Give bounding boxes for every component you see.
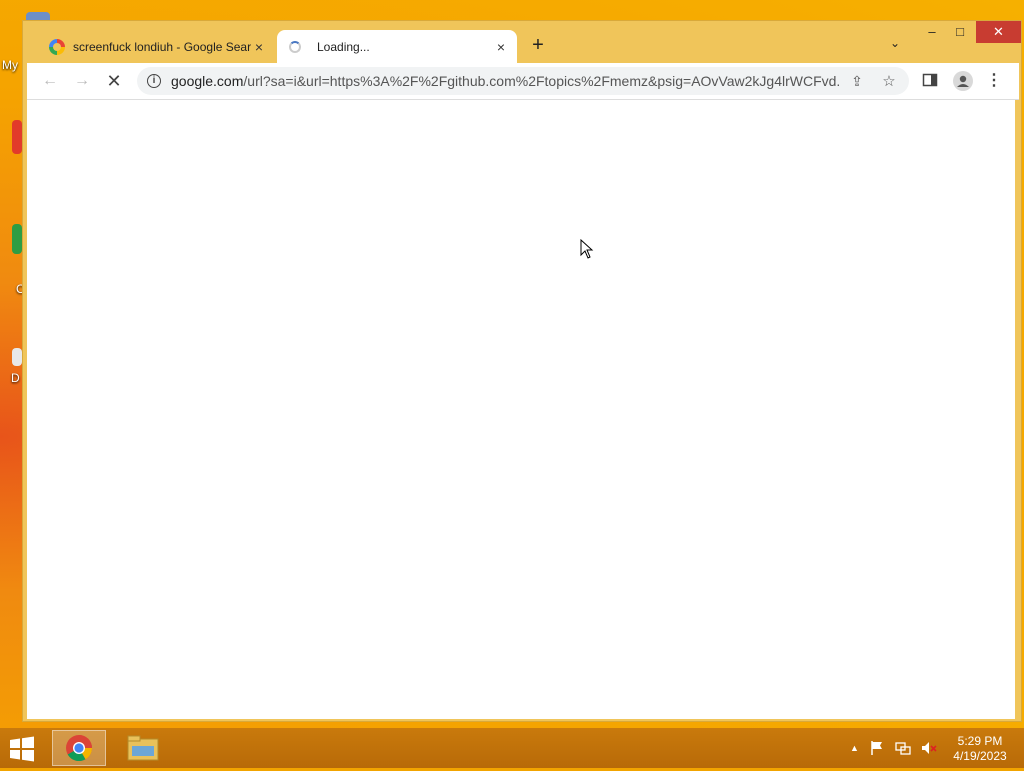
forward-button[interactable]: → (73, 72, 91, 90)
tab-loading[interactable]: Loading... × (277, 30, 517, 63)
close-window-button[interactable]: ✕ (976, 21, 1021, 43)
tab-strip: screenfuck londiuh - Google Search × Loa… (23, 21, 1021, 63)
taskbar-file-explorer-icon[interactable] (116, 730, 170, 766)
desktop-icon-label: My (2, 58, 18, 72)
stop-loading-button[interactable]: ✕ (105, 72, 123, 90)
taskbar-chrome-icon[interactable] (52, 730, 106, 766)
tab-google-search[interactable]: screenfuck londiuh - Google Search × (39, 30, 275, 63)
site-info-icon[interactable]: i (147, 74, 161, 88)
chrome-desktop-icon[interactable] (12, 224, 22, 254)
profile-avatar-icon[interactable] (953, 71, 973, 91)
address-bar[interactable]: i google.com/url?sa=i&url=https%3A%2F%2F… (137, 67, 909, 95)
url-domain: google.com (171, 73, 244, 89)
browser-window: screenfuck londiuh - Google Search × Loa… (22, 20, 1022, 722)
loading-spinner-icon (289, 40, 301, 53)
close-tab-icon[interactable]: × (251, 39, 267, 55)
desktop-file-icon[interactable] (12, 348, 22, 366)
bookmark-star-icon[interactable]: ☆ (881, 72, 897, 90)
side-panel-icon[interactable] (921, 72, 939, 90)
google-favicon-icon (49, 38, 65, 55)
tab-title: Loading... (317, 39, 370, 54)
clock-date: 4/19/2023 (953, 749, 1007, 763)
desktop-app-icon[interactable] (12, 120, 22, 154)
page-content-area[interactable] (27, 100, 1015, 719)
more-menu-icon[interactable]: ⋮ (985, 72, 1003, 90)
tab-title: screenfuck londiuh - Google Search (73, 39, 251, 54)
minimize-button[interactable]: – (921, 21, 943, 43)
new-tab-button[interactable]: + (528, 35, 548, 55)
start-windows-icon[interactable] (8, 736, 36, 762)
maximize-button[interactable]: □ (949, 21, 971, 43)
action-center-flag-icon[interactable] (869, 740, 885, 756)
browser-toolbar: ← → ✕ i google.com/url?sa=i&url=https%3A… (27, 63, 1019, 100)
mouse-cursor-icon (580, 239, 594, 259)
close-tab-icon[interactable]: × (493, 39, 509, 55)
taskbar: ▲ 5:29 PM 4/19/2023 (0, 728, 1024, 768)
url-path: /url?sa=i&url=https%3A%2F%2Fgithub.com%2… (243, 73, 841, 89)
tab-search-chevron-icon[interactable]: ⌄ (887, 36, 903, 52)
clock-time: 5:29 PM (957, 734, 1003, 748)
system-tray: ▲ (850, 740, 937, 756)
url-text[interactable]: google.com/url?sa=i&url=https%3A%2F%2Fgi… (171, 73, 841, 89)
desktop-icon-label: D (11, 371, 20, 385)
back-button[interactable]: ← (41, 72, 59, 90)
show-hidden-icons-chevron-icon[interactable]: ▲ (850, 740, 859, 756)
taskbar-clock[interactable]: 5:29 PM 4/19/2023 (946, 734, 1014, 764)
share-icon[interactable]: ⇪ (849, 73, 865, 89)
network-icon[interactable] (895, 740, 911, 756)
volume-muted-icon[interactable] (921, 740, 937, 756)
